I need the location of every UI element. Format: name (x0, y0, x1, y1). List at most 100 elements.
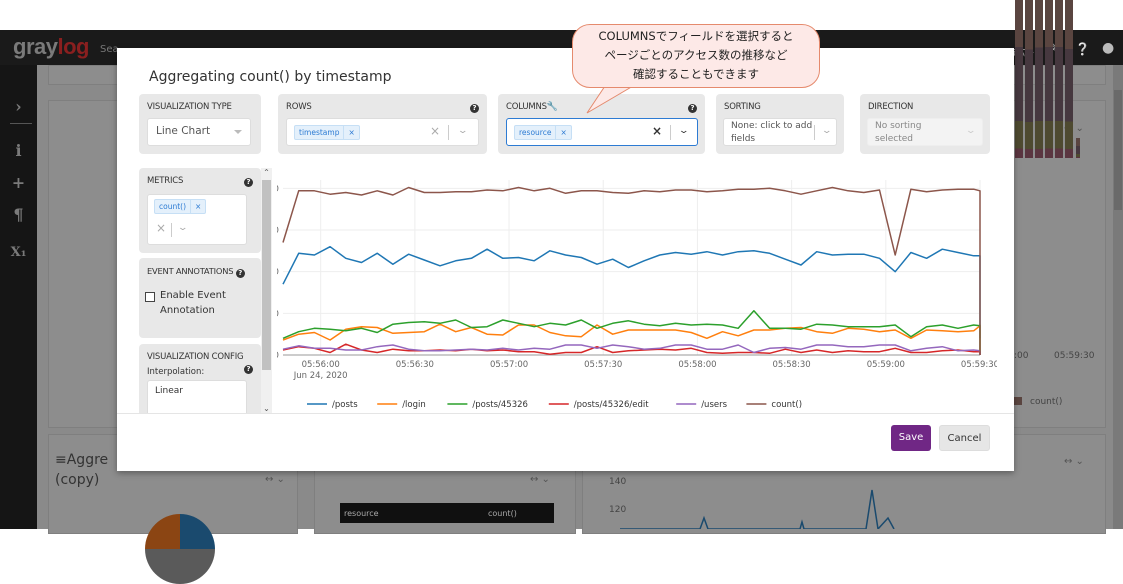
bar-legend-label: count() (1030, 397, 1063, 407)
user-icon[interactable]: ● (1102, 40, 1114, 56)
enable-event-annotation-checkbox[interactable] (145, 292, 155, 302)
config-scrollbar-thumb[interactable] (262, 180, 271, 370)
x-tick-label: 05:58:30 (773, 360, 811, 370)
remove-chip-icon[interactable]: × (343, 126, 355, 139)
config-scrollbar[interactable]: ⌃ ⌄ (261, 168, 272, 413)
columns-label-text: COLUMNS (506, 102, 547, 112)
chevron-down-icon[interactable]: ⌄ (457, 126, 468, 136)
bg-bar (1055, 0, 1063, 158)
interpolation-select[interactable]: Linear (147, 380, 247, 413)
background-pie-chart (145, 514, 215, 584)
bar-tick-label: 05:59:30 (1054, 351, 1095, 361)
config-left-column: METRICS ? count() × × ⌄ EVENT ANNOTATIONS… (139, 168, 261, 413)
visualization-config-label: VISUALIZATION CONFIG (147, 352, 244, 362)
widget-controls-icon[interactable]: ↔ ⌄ (1064, 456, 1084, 467)
help-icon[interactable]: ❔ (1075, 42, 1090, 56)
y-tick-label: 100 (277, 268, 279, 278)
callout-tail (586, 85, 635, 114)
help-icon[interactable]: ? (244, 365, 253, 374)
page-scrollbar-thumb[interactable] (1114, 90, 1122, 210)
enable-event-annotation-label[interactable]: Enable Event Annotation (160, 288, 226, 318)
chevron-down-icon[interactable]: ⌄ (678, 126, 689, 136)
help-icon[interactable]: ? (470, 104, 479, 113)
scroll-down-icon[interactable]: ⌄ (261, 404, 272, 413)
help-icon[interactable]: ? (688, 104, 697, 113)
y-tick-label: 150 (277, 226, 279, 236)
callout-line: COLUMNSでフィールドを選択すると (598, 29, 794, 43)
scroll-up-icon[interactable]: ⌃ (261, 168, 272, 177)
select-separator (670, 125, 671, 140)
sorting-section: SORTING None: click to add fields ⌄ (716, 94, 844, 154)
subscript-icon[interactable]: X₁ (0, 245, 37, 260)
remove-chip-icon[interactable]: × (190, 200, 201, 213)
edit-widget-modal: Aggregating count() by timestamp VISUALI… (117, 48, 1014, 471)
direction-label: DIRECTION (868, 102, 914, 112)
help-icon[interactable]: ? (235, 269, 245, 278)
direction-select[interactable]: No sorting selected ⌄ (867, 118, 983, 146)
columns-select[interactable]: resource × × ⌄ (506, 118, 698, 146)
clear-icon[interactable]: × (430, 124, 440, 138)
select-separator (171, 223, 172, 237)
legend-label: /posts/45326/edit (574, 400, 649, 410)
chevron-down-icon[interactable]: ⌄ (821, 126, 832, 136)
clear-icon[interactable]: × (156, 221, 166, 235)
clear-icon[interactable]: × (652, 124, 662, 138)
callout-line: 確認することもできます (632, 67, 760, 81)
paragraph-icon[interactable]: ¶ (0, 205, 37, 224)
widget-controls-icon[interactable]: ↔ ⌄ (530, 474, 550, 485)
visualization-type-select[interactable]: Line Chart (147, 118, 251, 146)
graylog-logo[interactable]: graylog (13, 34, 89, 60)
table-header-resource[interactable]: resource (344, 509, 379, 518)
bg-bar (1045, 0, 1053, 158)
chevron-right-icon[interactable]: › (0, 97, 37, 116)
nav-item-search[interactable]: Sea (100, 44, 119, 55)
y-tick-label: 0 (277, 351, 279, 361)
chevron-down-icon[interactable]: ⌄ (177, 223, 188, 233)
plus-icon[interactable]: + (0, 173, 37, 192)
modal-footer-divider (117, 413, 1014, 414)
visualization-type-section: VISUALIZATION TYPE Line Chart (139, 94, 261, 154)
widget-controls-icon[interactable]: ↔ ⌄ (265, 474, 285, 485)
chip-label: resource (519, 128, 552, 137)
bar-tick-label: :00 (1014, 351, 1029, 361)
cancel-button[interactable]: Cancel (939, 425, 990, 451)
sorting-placeholder: None: click to add fields (731, 120, 812, 146)
event-annotations-section: EVENT ANNOTATIONS ? Enable Event Annotati… (139, 258, 261, 338)
help-icon[interactable]: ? (244, 178, 253, 187)
rows-label: ROWS (286, 102, 312, 112)
x-tick-label: 05:59:00 (867, 360, 905, 370)
legend-label: /login (402, 400, 426, 410)
save-button[interactable]: Save (891, 425, 931, 451)
columns-chip-resource: resource × (514, 125, 572, 140)
legend-label: /users (701, 400, 727, 410)
info-icon[interactable]: i (0, 141, 37, 160)
background-table-header: resource count() (340, 503, 554, 523)
visualization-type-value: Line Chart (156, 125, 211, 137)
rows-section: ROWS ? timestamp × × ⌄ (278, 94, 487, 154)
metrics-select[interactable]: count() × × ⌄ (147, 194, 247, 245)
metrics-chip-count: count() × (154, 199, 207, 214)
event-annotations-label: EVENT ANNOTATIONS ? (147, 266, 245, 278)
direction-placeholder: No sorting selected (875, 120, 921, 146)
pie-widget-title: ≡Aggre (55, 452, 109, 468)
visualization-config-section: VISUALIZATION CONFIG Interpolation: ? Li… (139, 344, 261, 413)
event-annotations-label-text: EVENT ANNOTATIONS (147, 266, 234, 276)
remove-chip-icon[interactable]: × (555, 126, 567, 139)
legend-label: count() (771, 400, 802, 410)
x-tick-label: 05:56:00 (302, 360, 340, 370)
page-scrollbar[interactable] (1113, 65, 1123, 529)
sorting-label: SORTING (724, 102, 761, 112)
sorting-placeholder-line: None: click to add (731, 121, 813, 131)
bg-bar (1076, 138, 1080, 158)
direction-section: DIRECTION No sorting selected ⌄ (860, 94, 990, 154)
checkbox-label-line: Annotation (160, 305, 215, 316)
select-separator (814, 125, 815, 140)
columns-label: COLUMNS🔧 (506, 102, 558, 112)
left-sidebar: › i + ¶ X₁ (0, 65, 37, 529)
wrench-icon[interactable]: 🔧 (547, 102, 558, 112)
rows-select[interactable]: timestamp × × ⌄ (286, 118, 479, 146)
pie-widget-title-copy: (copy) (55, 472, 100, 488)
legend-label: /posts (332, 400, 358, 410)
table-header-count[interactable]: count() (488, 509, 517, 518)
sorting-select[interactable]: None: click to add fields ⌄ (723, 118, 837, 146)
